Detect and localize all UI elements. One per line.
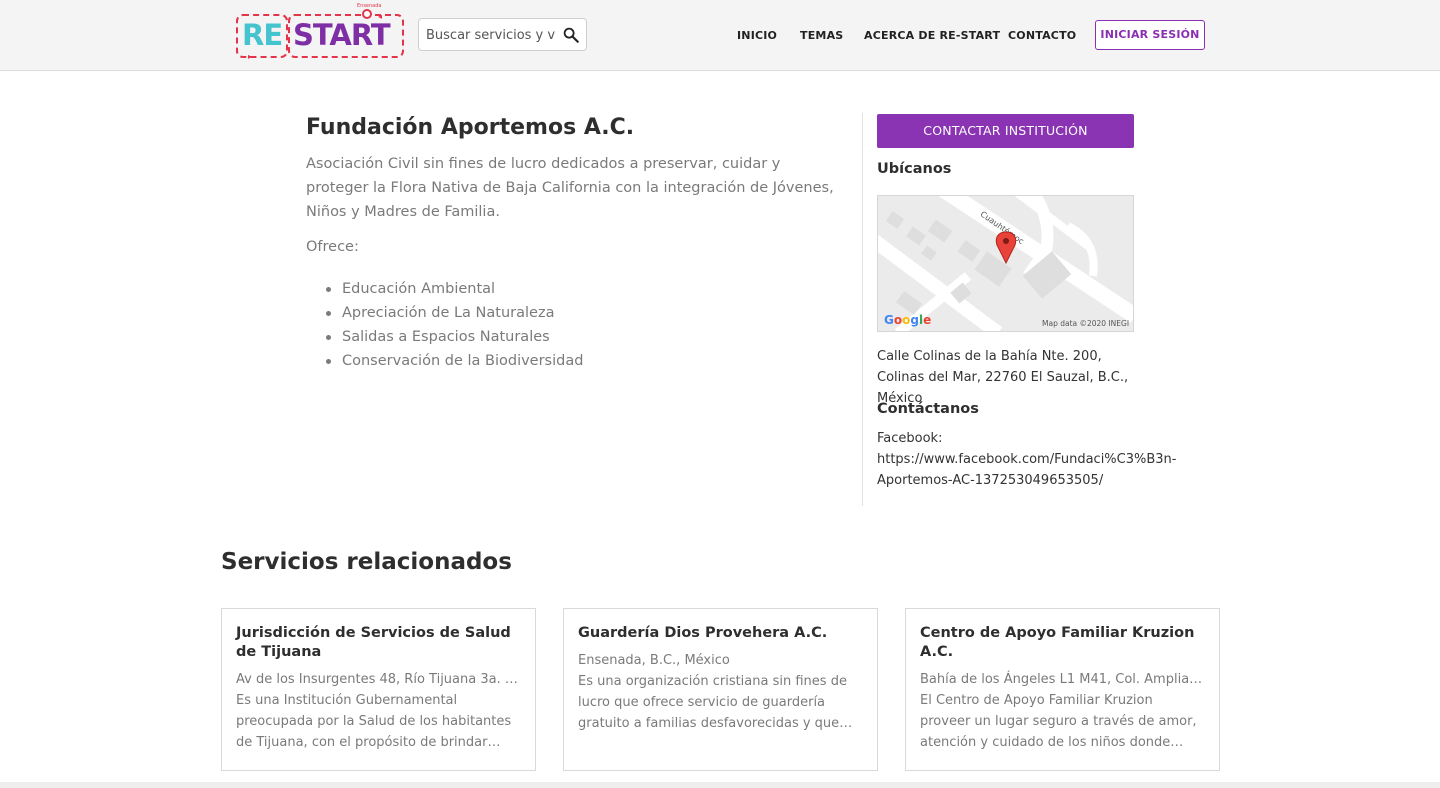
card-description: Es una Institución Gubernamental preocup…: [236, 693, 512, 750]
service-card[interactable]: Guardería Dios Provehera A.C. Ensenada, …: [563, 608, 878, 771]
search-input[interactable]: [426, 25, 556, 45]
related-services-title: Servicios relacionados: [221, 549, 512, 575]
page-footer-edge: [0, 782, 1440, 788]
contact-institution-button[interactable]: CONTACTAR INSTITUCIÓN: [877, 114, 1134, 148]
logo-arrow-left-icon: ◂: [378, 12, 383, 21]
logo-arrow-right-icon: ▸: [248, 52, 253, 61]
service-card[interactable]: Jurisdicción de Servicios de Salud de Ti…: [221, 608, 536, 771]
institution-address: Calle Colinas de la Bahía Nte. 200, Coli…: [877, 349, 1129, 406]
map-tiles: Cuauhtémoc: [878, 196, 1133, 331]
search-icon[interactable]: [562, 26, 580, 44]
list-item: Conservación de la Biodiversidad: [324, 349, 583, 373]
search-box: [418, 18, 587, 51]
card-address: Bahía de los Ángeles L1 M41, Col. Amplia…: [920, 672, 1205, 687]
nav-inicio[interactable]: INICIO: [737, 29, 777, 42]
nav-acerca[interactable]: ACERCA DE RE-START: [864, 29, 1000, 42]
list-item: Educación Ambiental: [324, 277, 583, 301]
facebook-label: Facebook:: [877, 431, 943, 446]
offers-label: Ofrece:: [306, 239, 359, 255]
site-header: RE START Ensenada ◂ ▸ INICIO TEMAS ACERC…: [0, 0, 1440, 71]
nav-contacto[interactable]: CONTACTO: [1008, 29, 1076, 42]
map-credit: Map data ©2020 INEGI: [1042, 319, 1130, 328]
google-logo: Google: [884, 313, 932, 327]
card-address: Ensenada, B.C., México: [578, 653, 730, 668]
logo-tagline: Ensenada: [357, 3, 382, 9]
card-description: El Centro de Apoyo Familiar Kruzion prov…: [920, 693, 1197, 750]
card-title[interactable]: Guardería Dios Provehera A.C.: [578, 624, 863, 643]
logo-start-text: START: [293, 18, 391, 52]
card-title[interactable]: Centro de Apoyo Familiar Kruzion A.C.: [920, 624, 1205, 662]
restart-logo[interactable]: RE START Ensenada ◂ ▸: [233, 3, 405, 62]
list-item: Salidas a Espacios Naturales: [324, 325, 583, 349]
facebook-contact: Facebook: https://www.facebook.com/Funda…: [877, 428, 1177, 491]
card-address: Av de los Insurgentes 48, Río Tijuana 3a…: [236, 672, 521, 687]
page-title: Fundación Aportemos A.C.: [306, 115, 635, 140]
facebook-url[interactable]: https://www.facebook.com/Fundaci%C3%B3n-…: [877, 449, 1177, 491]
nav-temas[interactable]: TEMAS: [800, 29, 843, 42]
service-card[interactable]: Centro de Apoyo Familiar Kruzion A.C. Ba…: [905, 608, 1220, 771]
login-button[interactable]: INICIAR SESIÓN: [1095, 20, 1205, 50]
logo-re-text: RE: [242, 18, 283, 52]
location-map[interactable]: Cuauhtémoc Google Map data ©2020 INEGI: [877, 195, 1134, 332]
list-item: Apreciación de La Naturaleza: [324, 301, 583, 325]
logo-ring-icon: [362, 9, 372, 19]
card-description: Es una organización cristiana sin fines …: [578, 674, 847, 731]
column-divider: [862, 113, 863, 506]
location-heading: Ubícanos: [877, 161, 952, 177]
institution-description: Asociación Civil sin fines de lucro dedi…: [306, 156, 834, 220]
card-title[interactable]: Jurisdicción de Servicios de Salud de Ti…: [236, 624, 521, 662]
contact-heading: Contáctanos: [877, 401, 979, 417]
offers-list: Educación Ambiental Apreciación de La Na…: [324, 277, 583, 373]
